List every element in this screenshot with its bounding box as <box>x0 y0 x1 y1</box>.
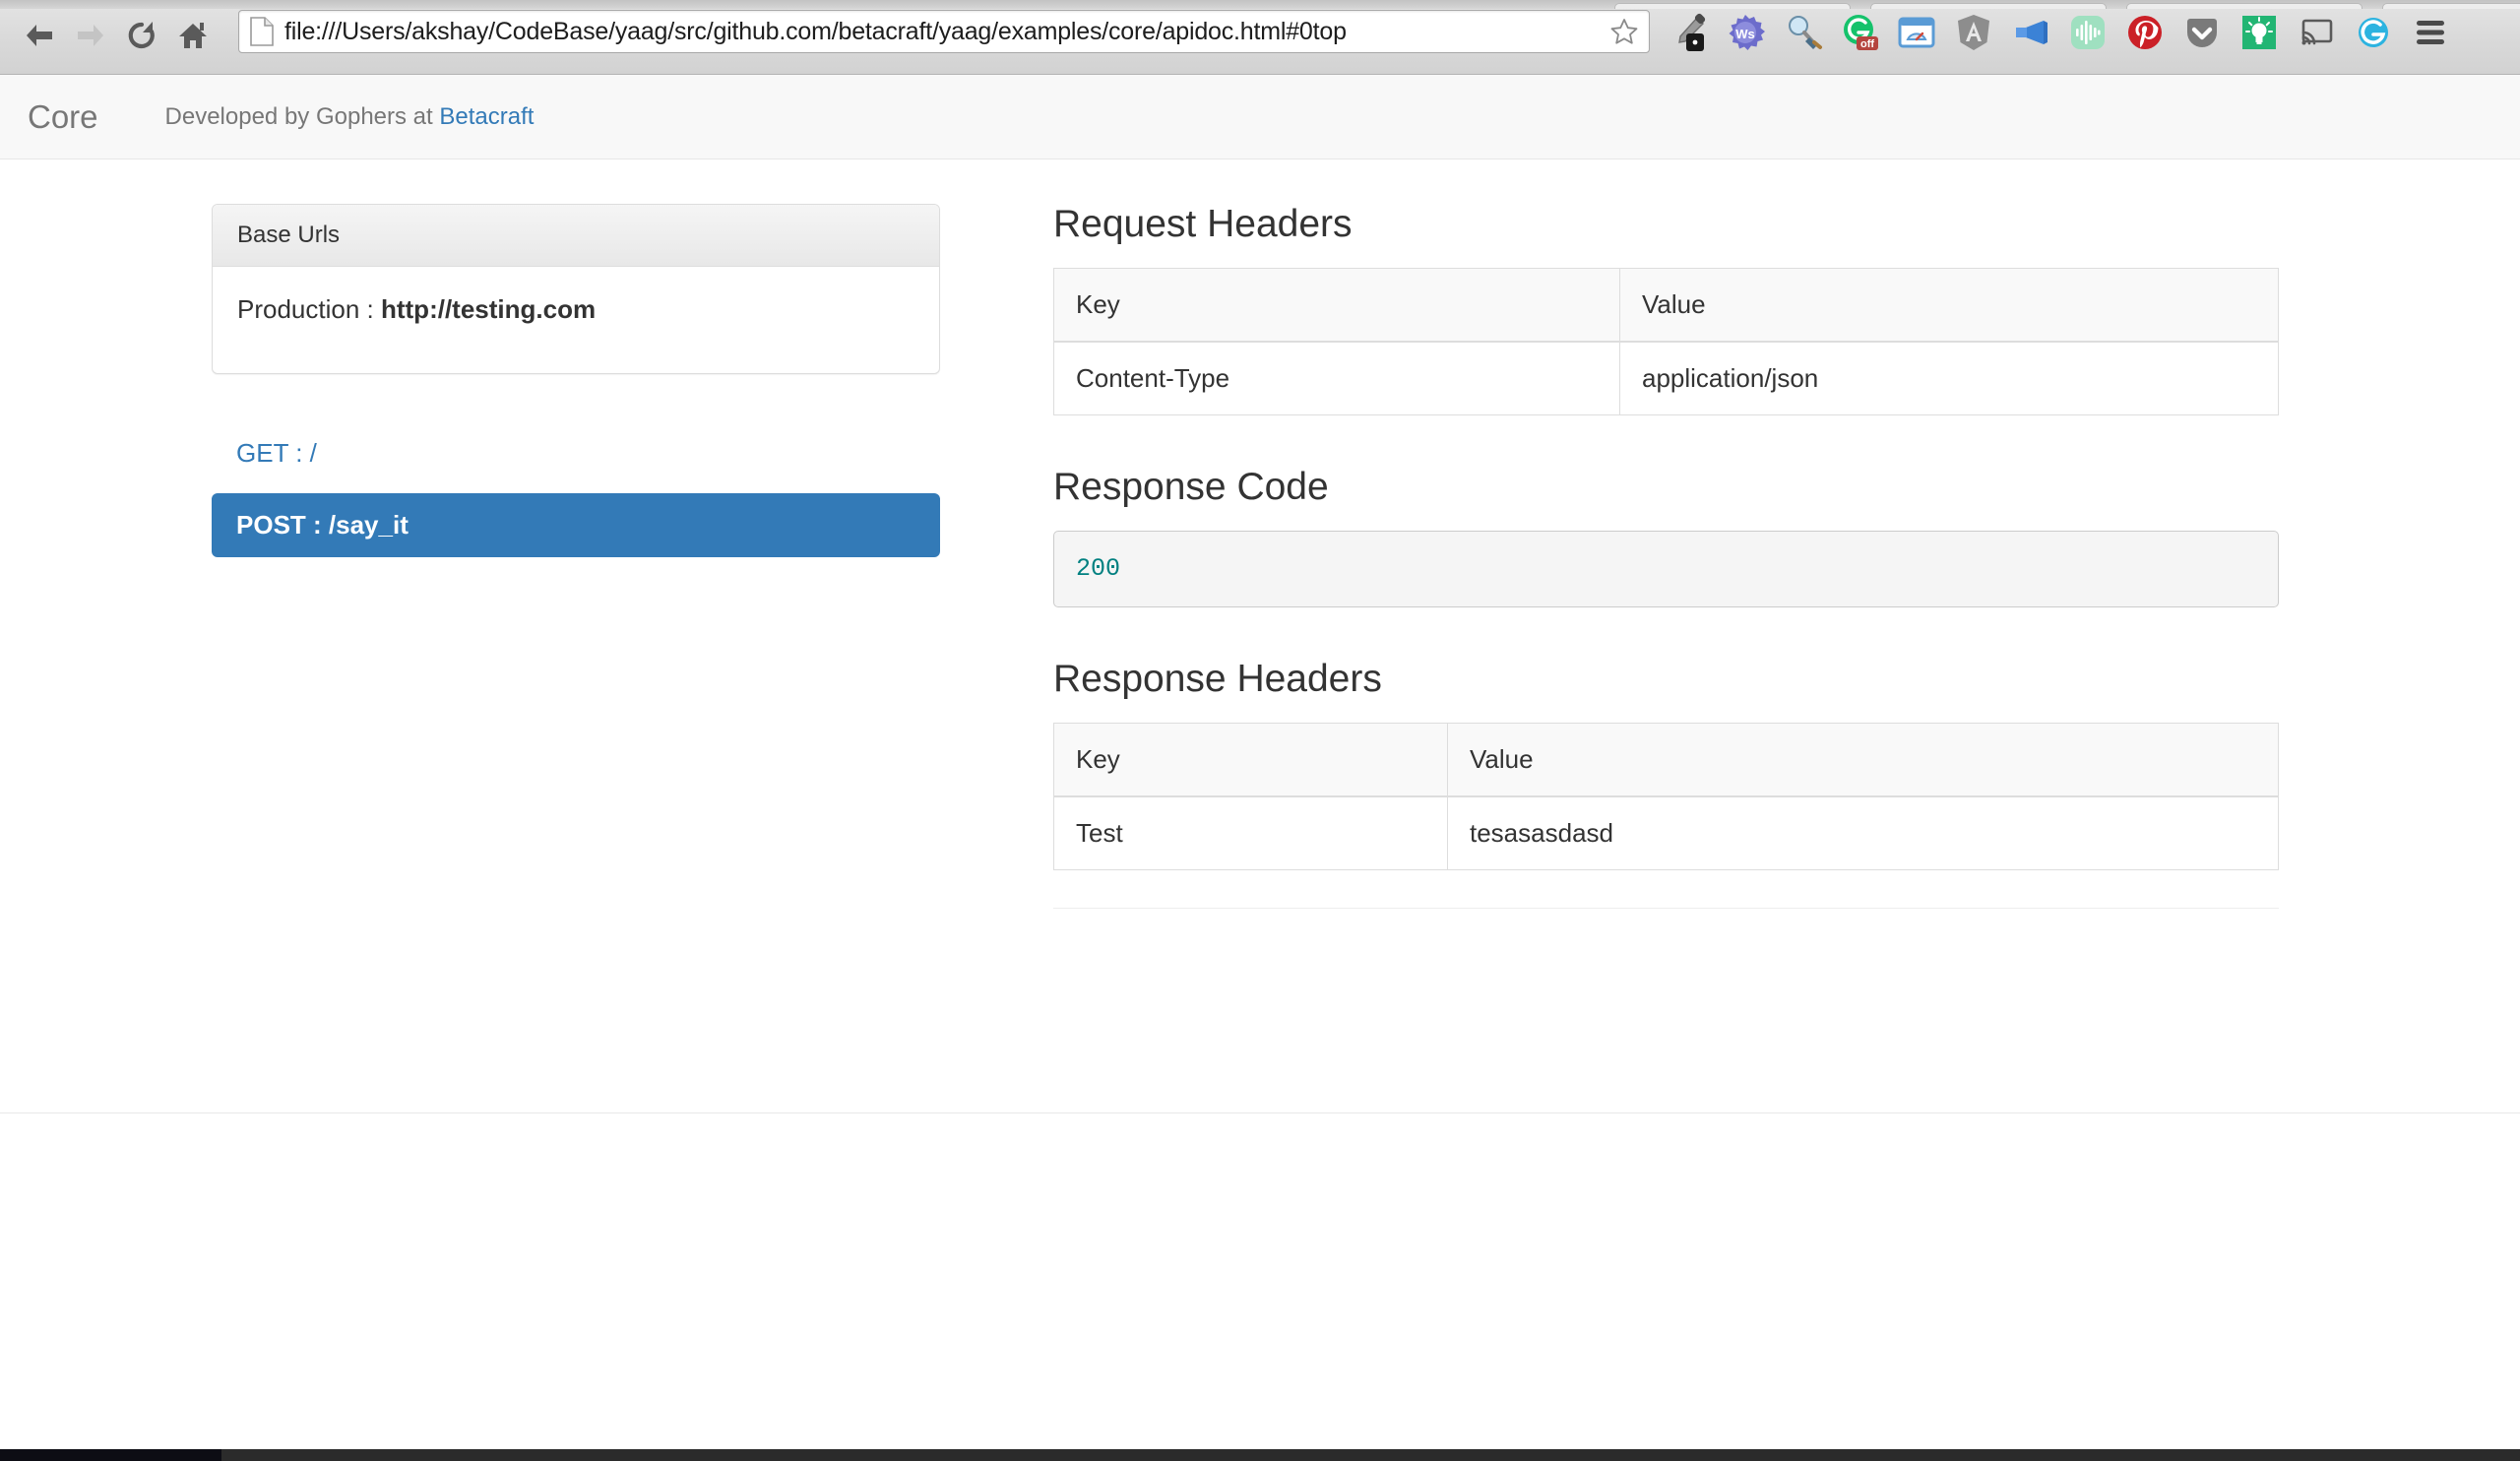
base-urls-panel-heading: Base Urls <box>213 205 939 267</box>
home-icon[interactable] <box>167 14 219 57</box>
address-bar[interactable]: file:///Users/akshay/CodeBase/yaag/src/g… <box>238 10 1650 53</box>
request-headers-title: Request Headers <box>1053 203 1353 245</box>
pagespeed-icon[interactable] <box>1888 8 1945 57</box>
megaphone-icon[interactable] <box>2002 8 2059 57</box>
svg-text:Ws: Ws <box>1735 27 1755 41</box>
cell-header-key: Content-Type <box>1053 341 1620 415</box>
websocket-ws-icon[interactable]: Ws <box>1717 8 1774 57</box>
content-container: Base Urls Production : http://testing.co… <box>187 203 2333 910</box>
betacraft-link[interactable]: Betacraft <box>439 103 534 130</box>
url-text[interactable]: file:///Users/akshay/CodeBase/yaag/src/g… <box>284 18 1604 46</box>
grammarly-icon[interactable]: off <box>1831 8 1888 57</box>
page-content: Base Urls Production : http://testing.co… <box>0 159 2520 1113</box>
endpoint-path: / <box>309 438 317 468</box>
browser-chrome: file:///Users/akshay/CodeBase/yaag/src/g… <box>0 0 2520 75</box>
pocket-icon[interactable] <box>2174 8 2231 57</box>
response-headers-thead: Key Value <box>1053 723 2279 798</box>
browser-extensions-toolbar: Ws off <box>1660 8 2459 57</box>
column-header-value: Value <box>1619 267 2279 343</box>
table-row: Test tesasasdasd <box>1053 795 2279 871</box>
bookmark-star-icon[interactable] <box>1609 17 1639 46</box>
table-header-row: Key Value <box>1053 723 2279 798</box>
base-urls-panel: Base Urls Production : http://testing.co… <box>212 204 940 374</box>
response-headers-table: Key Value Test tesasasdasd <box>1053 723 2279 871</box>
eyedropper-colorpicker-icon[interactable] <box>1660 8 1717 57</box>
endpoint-list-item[interactable]: GET : / <box>212 421 940 485</box>
forward-arrow-icon <box>65 14 116 57</box>
base-url-env-label: Production : <box>237 294 381 324</box>
endpoint-list-item-active[interactable]: POST : /say_it <box>212 493 940 557</box>
response-code-block: 200 <box>1053 530 2279 608</box>
column-header-value: Value <box>1447 723 2279 798</box>
endpoint-method: GET <box>236 438 288 468</box>
soundwave-icon[interactable] <box>2059 8 2116 57</box>
page-navbar: Core Developed by Gophers at Betacraft <box>0 75 2520 159</box>
request-headers-tbody: Content-Type application/json <box>1053 341 2279 415</box>
endpoint-link-post-say-it[interactable]: POST : /say_it <box>212 493 940 557</box>
browser-nav-buttons <box>14 14 219 57</box>
bottom-bar-left-segment <box>0 1449 221 1461</box>
table-row: Content-Type application/json <box>1053 341 2279 415</box>
endpoint-method: POST <box>236 510 306 540</box>
endpoint-nav-list: GET : / POST : /say_it <box>212 421 940 557</box>
navbar-brand[interactable]: Core <box>28 100 98 133</box>
response-headers-title: Response Headers <box>1053 658 1382 701</box>
column-header-key: Key <box>1053 723 1448 798</box>
angularjs-icon[interactable] <box>1945 8 2002 57</box>
bottom-status-bar <box>0 1449 2520 1461</box>
base-url-entry: Production : http://testing.com <box>237 291 914 329</box>
endpoint-separator: : <box>305 510 329 540</box>
endpoint-link-get-root[interactable]: GET : / <box>212 421 940 485</box>
endpoint-path: /say_it <box>328 510 409 540</box>
request-headers-table: Key Value Content-Type application/json <box>1053 267 2279 415</box>
response-headers-tbody: Test tesasasdasd <box>1053 795 2279 871</box>
page-horizontal-divider <box>0 1112 2520 1113</box>
svg-text:off: off <box>1860 38 1874 50</box>
column-header-key: Key <box>1053 267 1620 343</box>
base-urls-panel-body: Production : http://testing.com <box>213 267 939 373</box>
cell-header-value: tesasasdasd <box>1447 795 2279 871</box>
hamburger-menu-icon[interactable] <box>2402 8 2459 57</box>
section-divider <box>1053 908 2279 910</box>
lightbulb-icon[interactable] <box>2231 8 2288 57</box>
base-url-value: http://testing.com <box>380 294 597 324</box>
pinterest-icon[interactable] <box>2116 8 2174 57</box>
navbar-credit-prefix: Developed by Gophers at <box>164 102 440 130</box>
endpoint-separator: : <box>287 438 310 468</box>
blue-g-icon[interactable] <box>2345 8 2402 57</box>
main-column: Request Headers Key Value Content-Type a… <box>1029 203 2333 910</box>
chromecast-icon[interactable] <box>2288 8 2345 57</box>
request-headers-thead: Key Value <box>1053 267 2279 343</box>
cell-header-value: application/json <box>1619 341 2279 415</box>
cell-header-key: Test <box>1053 795 1448 871</box>
back-arrow-icon[interactable] <box>14 14 65 57</box>
table-header-row: Key Value <box>1053 267 2279 343</box>
page-document-icon <box>249 17 275 46</box>
navbar-credit-text: Developed by Gophers at Betacraft <box>164 102 535 130</box>
sidebar-column: Base Urls Production : http://testing.co… <box>187 204 965 565</box>
response-code-title: Response Code <box>1053 465 1329 508</box>
reload-icon[interactable] <box>116 14 167 57</box>
magnifier-inspector-icon[interactable] <box>1774 8 1831 57</box>
